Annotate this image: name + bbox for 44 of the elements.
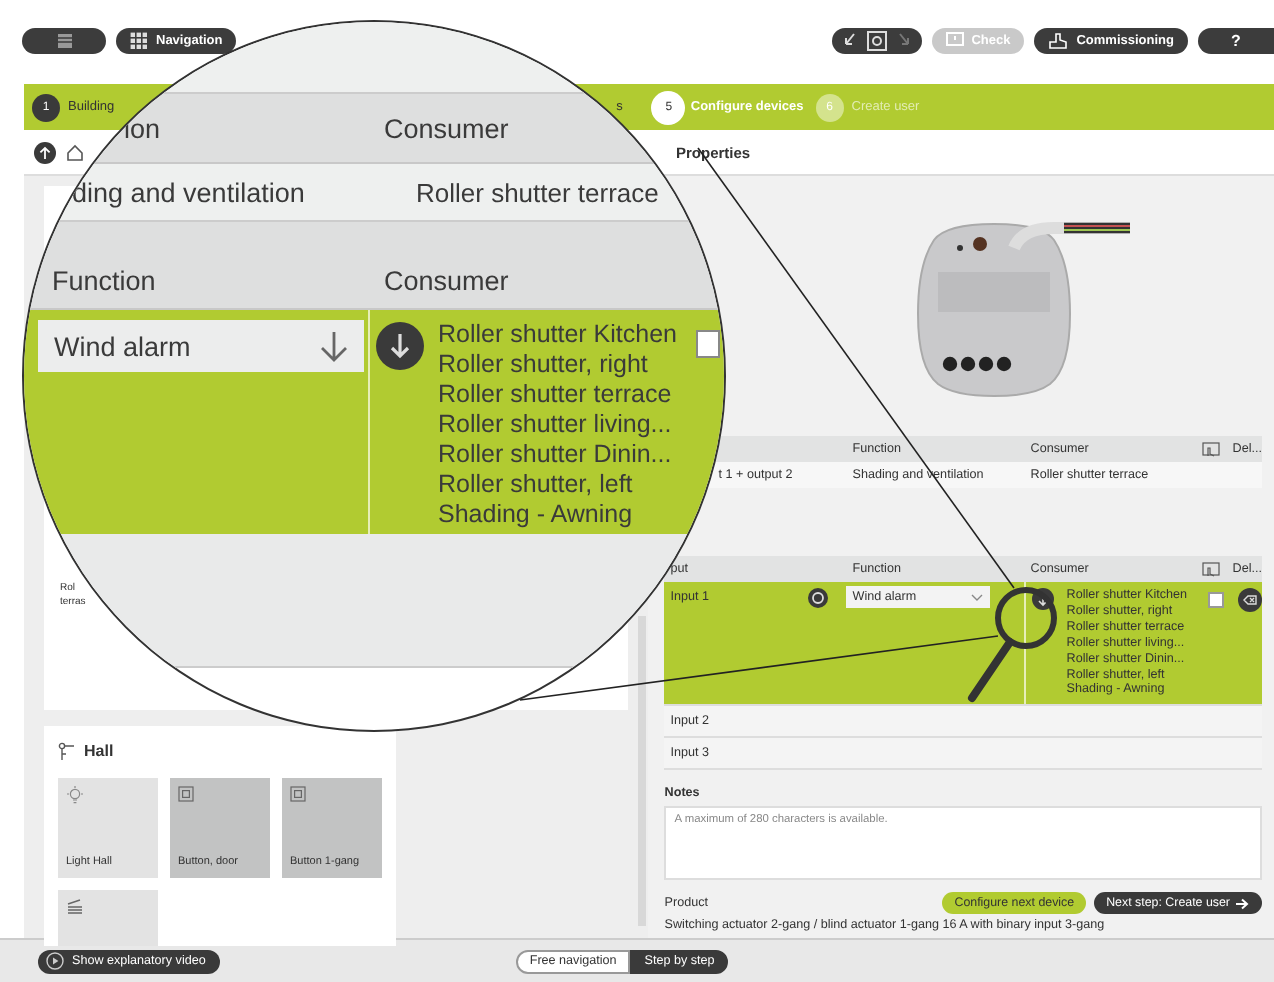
consumer-name: Roller shutter, left <box>438 470 635 500</box>
blind-icon <box>66 898 84 914</box>
switch-icon <box>290 786 306 802</box>
redo-icon[interactable] <box>893 30 914 50</box>
arrow-right-icon <box>1236 897 1250 909</box>
checkbox[interactable] <box>1208 592 1225 608</box>
chevron-down-icon <box>970 590 985 604</box>
function-dropdown[interactable]: Wind alarm <box>38 320 364 372</box>
column-header: Function <box>52 266 158 296</box>
key-icon <box>58 742 74 760</box>
menu-button[interactable] <box>22 27 106 53</box>
consumer-name: Roller shutter terrace <box>438 380 674 410</box>
consumer-name: Roller shutter Kitchen <box>438 320 678 350</box>
home-icon[interactable] <box>66 143 84 161</box>
switch-icon <box>178 786 194 802</box>
up-arrow-icon[interactable] <box>34 141 56 163</box>
menu-icon <box>55 33 73 47</box>
consumer-name: Roller shutter, right <box>438 350 650 380</box>
consumer-name: Shading - Awning <box>438 500 635 530</box>
column-header: Consumer <box>384 266 509 296</box>
table-cell-text: ding and ventilation <box>72 177 307 207</box>
hand-icon <box>1202 561 1221 577</box>
undo-icon[interactable] <box>839 30 860 50</box>
play-icon <box>46 952 64 970</box>
help-button[interactable]: ? <box>1198 27 1274 53</box>
magnifier-drawing <box>968 587 1057 702</box>
down-arrow-icon[interactable] <box>1032 588 1055 610</box>
room-title: Hall <box>84 742 114 760</box>
delete-icon[interactable] <box>1238 588 1263 612</box>
grid-icon <box>130 31 148 49</box>
comment-icon <box>945 32 964 48</box>
hand-icon <box>1048 31 1069 49</box>
column-header: Consumer <box>384 113 509 143</box>
scrollbar[interactable] <box>638 616 647 926</box>
screenshot-icon[interactable] <box>865 29 888 51</box>
lightbulb-icon <box>66 786 84 804</box>
hand-icon <box>1202 441 1221 457</box>
column-header: ion <box>124 113 163 143</box>
table-cell: Roller shutter terrace <box>416 177 659 207</box>
checkbox[interactable] <box>696 330 720 358</box>
consumer-name: Roller shutter Dinin... <box>438 440 674 470</box>
consumer-name: Roller shutter living... <box>438 410 674 440</box>
down-arrow-icon <box>320 330 348 362</box>
gear-icon[interactable] <box>808 588 829 608</box>
